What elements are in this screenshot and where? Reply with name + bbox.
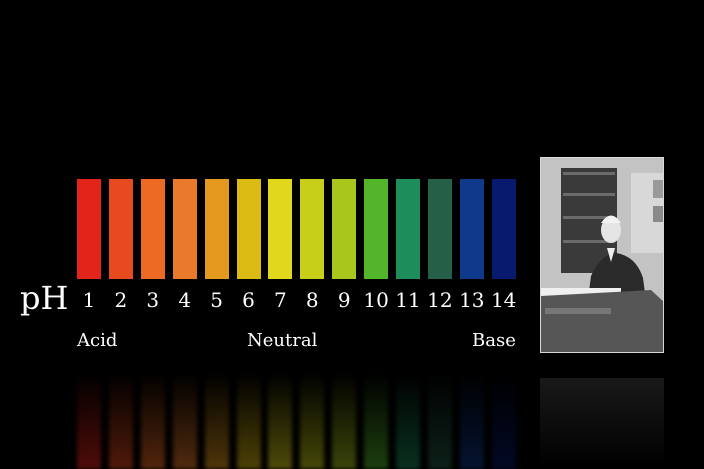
ph-bar-13	[459, 179, 484, 279]
portrait-photo-svg	[541, 158, 663, 352]
ph-bar-reflection	[108, 372, 133, 469]
ph-bar-2	[108, 179, 133, 279]
ph-value-13: 13	[459, 288, 485, 312]
ph-axis-label: pH	[20, 279, 69, 317]
ph-bar-8	[300, 179, 325, 279]
ph-bar-10	[364, 179, 389, 279]
photo-reflection	[540, 378, 664, 469]
ph-bar-4	[172, 179, 197, 279]
ph-bar-3	[140, 179, 165, 279]
ph-value-6: 6	[242, 288, 255, 312]
ph-value-12: 12	[427, 288, 453, 312]
portrait-photo-icon	[540, 157, 664, 353]
ph-bar-7	[268, 179, 293, 279]
ph-value-3: 3	[146, 288, 160, 312]
acid-label: Acid	[77, 330, 118, 351]
ph-bar-reflection	[364, 372, 389, 469]
ph-value-10: 10	[363, 288, 389, 312]
ph-bar-reflection	[268, 372, 293, 469]
ph-bar-14	[491, 179, 516, 279]
ph-value-11: 11	[395, 288, 421, 312]
ph-value-1: 1	[82, 288, 96, 312]
ph-bar-reflection	[236, 372, 261, 469]
ph-bar-reflection	[300, 372, 325, 469]
ph-bar-reflection	[427, 372, 452, 469]
ph-bar-reflection	[491, 372, 516, 469]
ph-bar-9	[332, 179, 357, 279]
ph-bar-5	[204, 179, 229, 279]
ph-bar-reflection	[140, 372, 165, 469]
ph-bar-reflection	[77, 372, 101, 469]
ph-value-9: 9	[337, 288, 351, 312]
ph-bar-reflection	[396, 372, 420, 469]
ph-value-8: 8	[305, 288, 319, 312]
ph-bar-6	[236, 179, 261, 279]
ph-bar-1	[77, 179, 101, 279]
ph-value-7: 7	[274, 288, 287, 312]
ph-scale-diagram: pH Acid Neutral Base 1 2 3 4 5 6 7 8 9 10 11 12 13 14	[0, 0, 704, 469]
ph-value-14: 14	[490, 288, 517, 312]
ph-value-5: 5	[210, 288, 223, 312]
ph-bar-12	[427, 179, 452, 279]
base-label: Base	[472, 330, 516, 351]
ph-bar-reflection	[172, 372, 197, 469]
ph-bar-reflection	[204, 372, 229, 469]
ph-value-2: 2	[114, 288, 128, 312]
neutral-label: Neutral	[247, 330, 318, 351]
ph-bar-reflection	[459, 372, 484, 469]
ph-bar-11	[396, 179, 420, 279]
ph-bar-reflection	[332, 372, 357, 469]
ph-value-4: 4	[178, 288, 192, 312]
